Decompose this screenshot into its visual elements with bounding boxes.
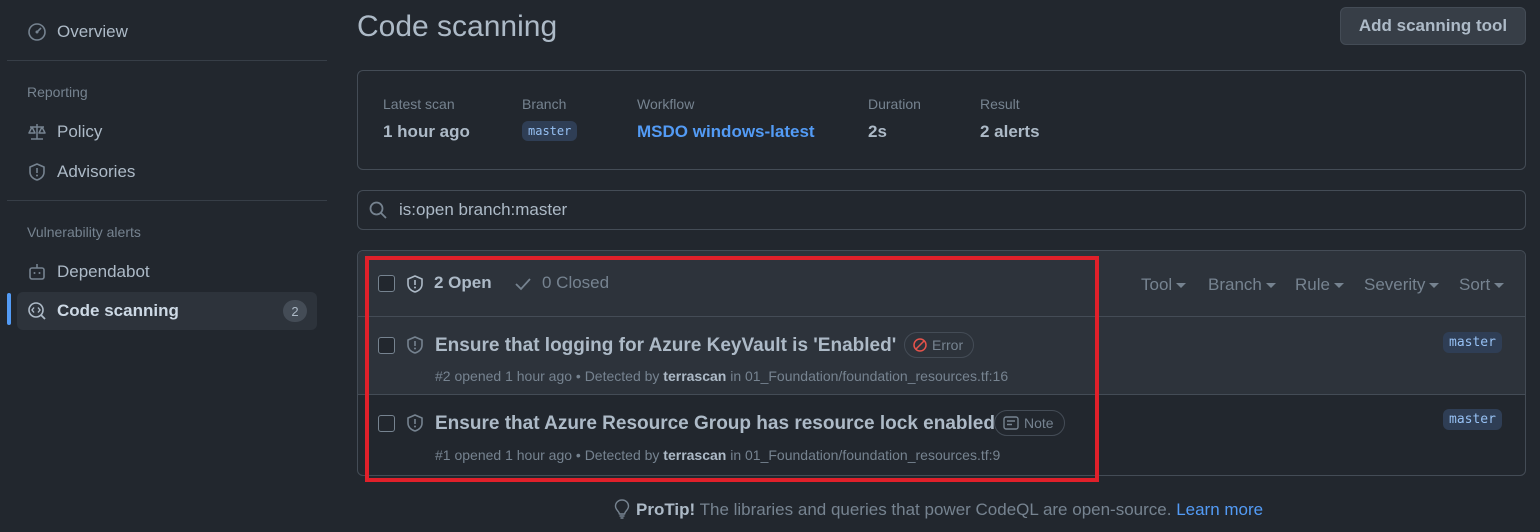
rule-filter[interactable]: Rule bbox=[1295, 275, 1344, 295]
protip-label: ProTip! bbox=[636, 500, 696, 519]
duration-label: Duration bbox=[868, 96, 921, 112]
open-alerts-tab[interactable]: 2 Open bbox=[434, 273, 492, 293]
protip: ProTip! The libraries and queries that p… bbox=[0, 499, 1540, 520]
sidebar: Overview Reporting Policy Advisories Vul… bbox=[0, 0, 335, 532]
alert-location: in 01_Foundation/foundation_resources.tf… bbox=[726, 368, 1009, 384]
stop-icon bbox=[913, 338, 927, 352]
codescan-icon bbox=[27, 301, 47, 321]
alert-meta-prefix: #2 opened 1 hour ago • Detected by bbox=[435, 368, 664, 384]
alert-checkbox[interactable] bbox=[378, 415, 395, 432]
shield-icon bbox=[407, 414, 423, 432]
duration-value: 2s bbox=[868, 122, 887, 141]
tool-filter[interactable]: Tool bbox=[1141, 275, 1187, 295]
sidebar-item-dependabot[interactable]: Dependabot bbox=[17, 253, 317, 291]
sidebar-item-advisories[interactable]: Advisories bbox=[17, 153, 317, 191]
sidebar-item-label: Policy bbox=[57, 122, 103, 141]
shield-icon bbox=[407, 336, 423, 354]
alerts-list: 2 Open 0 Closed Tool Branch Rule Severit… bbox=[357, 250, 1526, 476]
result-label: Result bbox=[980, 96, 1020, 112]
sort-filter[interactable]: Sort bbox=[1459, 275, 1505, 295]
alert-branch-pill[interactable]: master bbox=[1443, 332, 1502, 353]
search-icon bbox=[368, 199, 390, 221]
chevron-down-icon bbox=[1333, 283, 1344, 289]
sidebar-item-label: Code scanning bbox=[57, 301, 179, 320]
shield-icon bbox=[407, 275, 423, 293]
sidebar-item-label: Overview bbox=[57, 22, 128, 41]
add-scanning-tool-button[interactable]: Add scanning tool bbox=[1340, 7, 1526, 45]
shield-icon bbox=[27, 162, 47, 182]
dependabot-icon bbox=[27, 262, 47, 282]
workflow-label: Workflow bbox=[637, 96, 695, 112]
law-icon bbox=[27, 122, 47, 142]
learn-more-link[interactable]: Learn more bbox=[1176, 500, 1263, 519]
severity-label: Error bbox=[932, 337, 964, 353]
sidebar-divider bbox=[7, 200, 327, 201]
meter-icon bbox=[27, 22, 47, 42]
result-column: Result 2 alerts bbox=[980, 96, 1040, 142]
alert-meta-prefix: #1 opened 1 hour ago • Detected by bbox=[435, 447, 664, 463]
result-value: 2 alerts bbox=[980, 122, 1040, 141]
sidebar-divider bbox=[7, 60, 327, 61]
branch-label: Branch bbox=[522, 96, 567, 112]
sidebar-item-code-scanning[interactable]: Code scanning 2 bbox=[17, 292, 317, 330]
sidebar-item-label: Dependabot bbox=[57, 262, 150, 281]
alert-branch-pill[interactable]: master bbox=[1443, 409, 1502, 430]
sidebar-item-policy[interactable]: Policy bbox=[17, 113, 317, 151]
sidebar-heading-reporting: Reporting bbox=[27, 84, 88, 100]
alert-checkbox[interactable] bbox=[378, 337, 395, 354]
alert-title-link[interactable]: Ensure that Azure Resource Group has res… bbox=[435, 413, 995, 435]
alert-meta: #2 opened 1 hour ago • Detected by terra… bbox=[435, 368, 1008, 384]
chevron-down-icon bbox=[1265, 283, 1276, 289]
alert-location: in 01_Foundation/foundation_resources.tf… bbox=[726, 447, 1001, 463]
alert-meta: #1 opened 1 hour ago • Detected by terra… bbox=[435, 447, 1000, 463]
filter-label: Severity bbox=[1364, 275, 1426, 294]
page-title: Code scanning bbox=[357, 10, 558, 43]
latest-scan-column: Latest scan 1 hour ago bbox=[383, 96, 470, 142]
alert-row[interactable]: Ensure that Azure Resource Group has res… bbox=[358, 396, 1525, 474]
alert-tool: terrascan bbox=[663, 447, 727, 463]
alert-count-badge: 2 bbox=[283, 300, 307, 322]
search-query: is:open branch:master bbox=[399, 200, 568, 219]
filter-label: Tool bbox=[1141, 275, 1173, 294]
select-all-checkbox[interactable] bbox=[378, 275, 395, 292]
chevron-down-icon bbox=[1494, 283, 1505, 289]
severity-filter[interactable]: Severity bbox=[1364, 275, 1440, 295]
chevron-down-icon bbox=[1176, 283, 1187, 289]
check-icon bbox=[515, 278, 531, 291]
closed-alerts-tab[interactable]: 0 Closed bbox=[542, 273, 609, 293]
protip-text: The libraries and queries that power Cod… bbox=[695, 500, 1177, 519]
severity-badge: Error bbox=[904, 332, 975, 358]
latest-scan-label: Latest scan bbox=[383, 96, 455, 112]
search-input[interactable]: is:open branch:master bbox=[357, 190, 1526, 230]
alerts-header: 2 Open 0 Closed Tool Branch Rule Severit… bbox=[358, 251, 1525, 317]
sidebar-item-overview[interactable]: Overview bbox=[17, 13, 317, 51]
severity-label: Note bbox=[1024, 415, 1054, 431]
severity-badge: Note bbox=[994, 410, 1065, 436]
filter-label: Branch bbox=[1208, 275, 1262, 294]
duration-column: Duration 2s bbox=[868, 96, 921, 142]
active-indicator bbox=[7, 293, 11, 325]
alert-title-link[interactable]: Ensure that logging for Azure KeyVault i… bbox=[435, 335, 896, 357]
chevron-down-icon bbox=[1429, 283, 1440, 289]
workflow-column: Workflow MSDO windows-latest bbox=[637, 96, 815, 142]
note-icon bbox=[1003, 416, 1019, 430]
branch-filter[interactable]: Branch bbox=[1208, 275, 1276, 295]
branch-pill[interactable]: master bbox=[522, 121, 578, 141]
latest-scan-value: 1 hour ago bbox=[383, 122, 470, 141]
branch-column: Branch master bbox=[522, 96, 578, 141]
sidebar-item-label: Advisories bbox=[57, 162, 136, 181]
sidebar-heading-vulnerability-alerts: Vulnerability alerts bbox=[27, 224, 141, 240]
alert-row[interactable]: Ensure that logging for Azure KeyVault i… bbox=[358, 317, 1525, 395]
workflow-link[interactable]: MSDO windows-latest bbox=[637, 122, 815, 142]
alert-tool: terrascan bbox=[663, 368, 727, 384]
light-bulb-icon bbox=[614, 499, 630, 519]
filter-label: Sort bbox=[1459, 275, 1491, 294]
latest-scan-summary: Latest scan 1 hour ago Branch master Wor… bbox=[357, 70, 1526, 170]
filter-label: Rule bbox=[1295, 275, 1330, 294]
